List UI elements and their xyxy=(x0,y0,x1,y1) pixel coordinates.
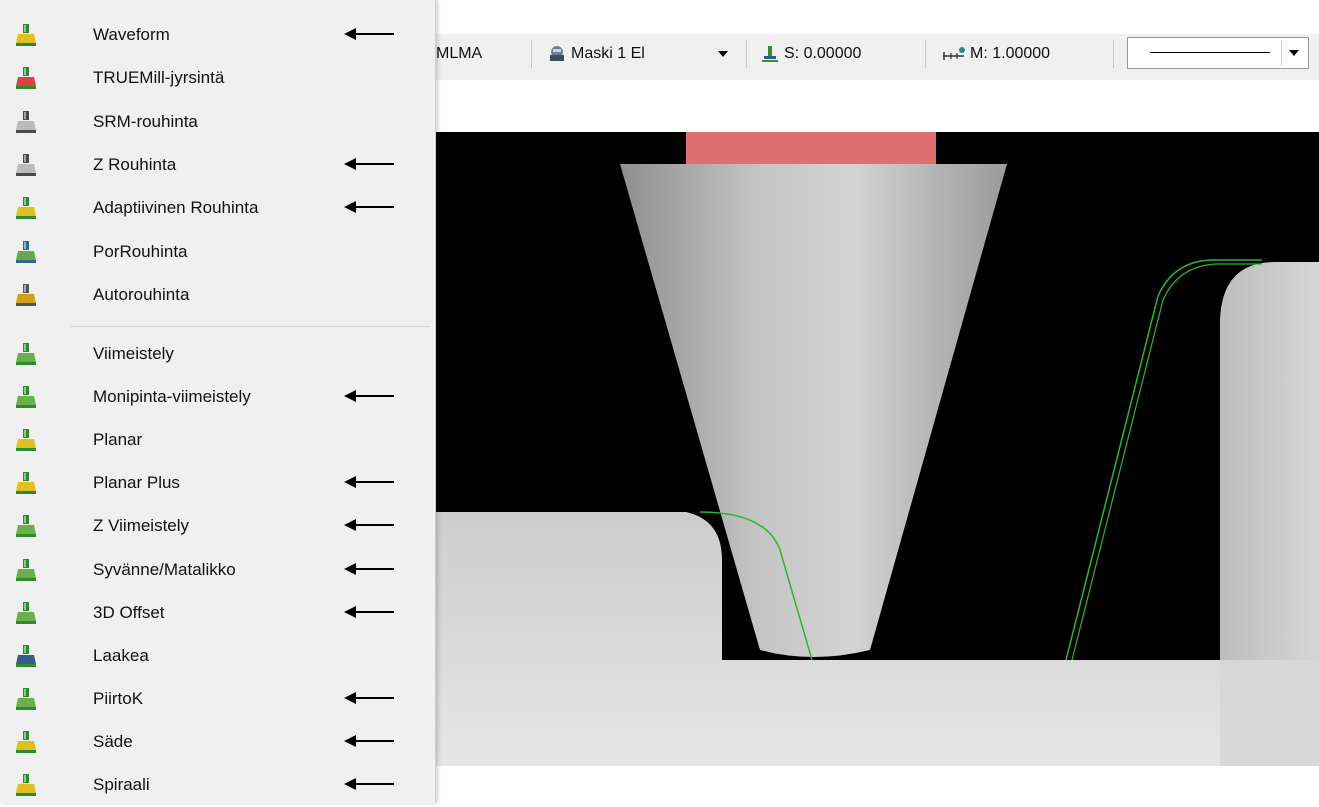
menu-separator xyxy=(70,326,430,327)
menu-item-piirtok[interactable]: PiirtoK xyxy=(0,678,435,721)
menu-item-monipinta-viimeistely[interactable]: Monipinta-viimeistely xyxy=(0,376,435,419)
z-rough-icon xyxy=(16,153,36,176)
multisurface-finish-icon xyxy=(16,386,36,409)
s-label: S: 0.00000 xyxy=(784,45,862,62)
auto-rough-icon xyxy=(16,283,36,306)
menu-item-label: PorRouhinta xyxy=(93,241,188,261)
menu-item-waveform[interactable]: Waveform xyxy=(0,14,435,57)
adaptive-rough-icon xyxy=(16,197,36,220)
menu-item-label: Planar xyxy=(93,430,143,450)
measure-icon xyxy=(943,47,965,60)
part-floor-right xyxy=(1220,660,1319,766)
menu-item-label: Autorouhinta xyxy=(93,284,190,304)
annotation-arrow xyxy=(344,605,394,618)
annotation-arrow xyxy=(344,734,394,747)
menu-item-laakea[interactable]: Laakea xyxy=(0,635,435,678)
menu-item-label: 3D Offset xyxy=(93,602,165,622)
menu-item-porrouhinta[interactable]: PorRouhinta xyxy=(0,231,435,274)
menu-item-adaptiivinen-rouhinta[interactable]: Adaptiivinen Rouhinta xyxy=(0,187,435,230)
menu-item-viimeistely[interactable]: Viimeistely xyxy=(0,333,435,376)
menu-item-label: Waveform xyxy=(93,25,170,44)
chevron-down-icon xyxy=(1289,50,1299,56)
mlma-label: MLMA xyxy=(436,45,483,62)
menu-item-label: TRUEMill-jyrsintä xyxy=(93,68,225,88)
annotation-arrow xyxy=(344,691,394,704)
menu-item-spiraali[interactable]: Spiraali xyxy=(0,764,435,807)
mlma-selector[interactable]: MLMA xyxy=(436,40,482,68)
plunge-rough-icon xyxy=(16,240,36,263)
mask-selector[interactable]: Maski 1 El xyxy=(547,40,645,68)
annotation-arrow xyxy=(344,28,394,40)
menu-item-planar[interactable]: Planar xyxy=(0,419,435,462)
finish-icon xyxy=(16,343,36,365)
tool-holder xyxy=(686,132,936,164)
menu-item-label: Z Rouhinta xyxy=(93,154,177,174)
menu-item-3d-offset[interactable]: 3D Offset xyxy=(0,592,435,635)
toolbar-separator xyxy=(1113,40,1114,68)
3d-offset-icon xyxy=(16,601,36,624)
menu-item-z-viimeistely[interactable]: Z Viimeistely xyxy=(0,505,435,548)
annotation-arrow xyxy=(344,157,394,170)
menu-item-autorouhinta[interactable]: Autorouhinta xyxy=(0,274,435,317)
z-finish-icon xyxy=(16,515,36,538)
m-label: M: 1.00000 xyxy=(970,45,1051,62)
scale-field[interactable]: M: 1.00000 xyxy=(942,40,1050,68)
line-style-preview xyxy=(1150,52,1270,53)
menu-item-säde[interactable]: Säde xyxy=(0,721,435,764)
pencil-icon xyxy=(16,687,36,710)
srm-rough-icon xyxy=(16,110,36,133)
spiral-icon xyxy=(16,774,36,796)
menu-item-label: Viimeistely xyxy=(93,344,174,363)
menu-item-label: Planar Plus xyxy=(93,473,180,493)
menu-item-label: Laakea xyxy=(93,645,149,665)
mask-dropdown-arrow[interactable] xyxy=(718,40,728,68)
menu-item-label: Monipinta-viimeistely xyxy=(93,387,251,407)
toolpath-strategy-menu: Waveform TRUEMill-jyrsintä SRM-rouhinta Z R… xyxy=(0,0,436,803)
menu-item-syvänne-matalikko[interactable]: Syvänne/Matalikko xyxy=(0,549,435,592)
menu-item-srm-rouhinta[interactable]: SRM-rouhinta xyxy=(0,101,435,144)
toolbar-separator xyxy=(746,40,747,68)
annotation-arrow xyxy=(344,778,394,790)
menu-item-z-rouhinta[interactable]: Z Rouhinta xyxy=(0,144,435,187)
menu-item-label: Spiraali xyxy=(93,775,150,794)
truemill-icon xyxy=(16,67,36,90)
menu-item-label: Adaptiivinen Rouhinta xyxy=(93,198,259,218)
planar-icon xyxy=(16,429,36,452)
stock-offset-field[interactable]: S: 0.00000 xyxy=(760,40,861,68)
flat-icon xyxy=(16,644,36,667)
mask-icon xyxy=(550,46,564,61)
radial-icon xyxy=(16,730,36,753)
annotation-arrow xyxy=(344,201,394,214)
stock-icon xyxy=(762,46,778,62)
toolbar-separator xyxy=(925,40,926,68)
menu-item-label: Säde xyxy=(93,731,133,751)
annotation-arrow xyxy=(344,562,394,575)
toolbar-separator xyxy=(531,40,532,68)
mask-label: Maski 1 El xyxy=(571,45,645,62)
planar-plus-icon xyxy=(16,472,36,495)
annotation-arrow xyxy=(344,390,394,403)
chevron-down-icon xyxy=(718,51,728,57)
menu-item-label: SRM-rouhinta xyxy=(93,111,198,131)
menu-item-truemill-jyrsintä[interactable]: TRUEMill-jyrsintä xyxy=(0,57,435,100)
part-right-boss xyxy=(1220,262,1319,660)
waveform-icon xyxy=(16,24,36,46)
line-style-dropdown-button[interactable] xyxy=(1281,40,1306,66)
steep-shallow-icon xyxy=(16,558,36,581)
menu-item-label: PiirtoK xyxy=(93,688,144,708)
menu-item-label: Z Viimeistely xyxy=(93,516,190,536)
annotation-arrow xyxy=(344,519,394,532)
annotation-arrow xyxy=(344,476,394,489)
menu-item-label: Syvänne/Matalikko xyxy=(93,559,236,579)
menu-item-planar-plus[interactable]: Planar Plus xyxy=(0,462,435,505)
line-style-select[interactable] xyxy=(1127,37,1309,69)
